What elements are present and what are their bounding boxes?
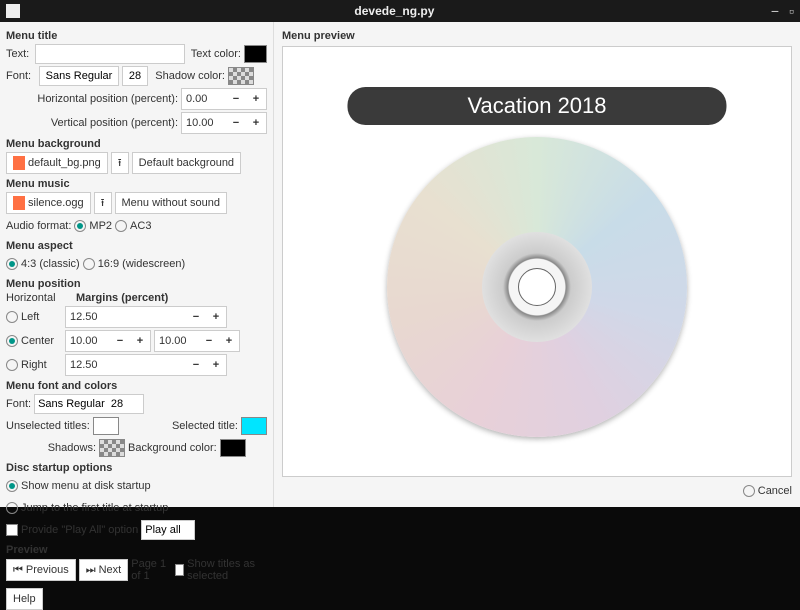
font-size-input[interactable] — [122, 66, 148, 86]
upload-icon: ⭱ — [118, 154, 122, 173]
file-icon — [13, 156, 25, 170]
text-label: Text: — [6, 48, 32, 60]
minus-icon[interactable]: − — [226, 89, 246, 109]
default-bg-button[interactable]: Default background — [132, 152, 241, 174]
preview-title: Vacation 2018 — [347, 87, 726, 125]
selected-title-label: Selected title: — [122, 420, 238, 432]
playall-input[interactable] — [141, 520, 195, 540]
plus-icon[interactable]: + — [246, 89, 266, 109]
plus-icon[interactable]: + — [246, 113, 266, 133]
menu-preview-heading: Menu preview — [282, 30, 792, 42]
app-icon — [6, 4, 20, 18]
radio-169[interactable]: 16:9 (widescreen) — [83, 258, 185, 270]
next-icon: ⏭ — [86, 564, 96, 577]
menu-title-heading: Menu title — [6, 30, 267, 42]
radio-right[interactable]: Right — [6, 359, 62, 371]
text-color-label: Text color: — [188, 48, 241, 60]
window-title: devede_ng.py — [28, 4, 761, 18]
page-label: Page 1 of 1 — [131, 558, 172, 582]
file-icon — [13, 196, 25, 210]
radio-ac3[interactable]: AC3 — [115, 220, 151, 232]
shadows-label: Shadows: — [6, 442, 96, 454]
radio-jump-first[interactable]: Jump to the first title at startup — [6, 502, 168, 514]
radio-left[interactable]: Left — [6, 311, 62, 323]
upload-icon: ⭱ — [101, 194, 105, 213]
no-sound-button[interactable]: Menu without sound — [115, 192, 227, 214]
shadow-color-swatch[interactable] — [228, 67, 254, 85]
plus-icon[interactable]: + — [206, 355, 226, 375]
center-margin2-spinner[interactable]: 10.00−+ — [154, 330, 240, 352]
left-margin-spinner[interactable]: 12.50−+ — [65, 306, 227, 328]
menu-position-heading: Menu position — [6, 278, 267, 290]
unselected-titles-label: Unselected titles: — [6, 420, 90, 432]
plus-icon[interactable]: + — [219, 331, 239, 351]
hpos-spinner[interactable]: 0.00−+ — [181, 88, 267, 110]
hpos-label: Horizontal position (percent): — [6, 93, 178, 105]
prev-button[interactable]: ⏮Previous — [6, 559, 76, 581]
music-file-button[interactable]: silence.ogg — [6, 192, 91, 214]
next-button[interactable]: ⏭Next — [79, 559, 129, 581]
help-button[interactable]: Help — [6, 588, 43, 610]
radio-show-menu[interactable]: Show menu at disk startup — [6, 480, 151, 492]
preview-area: Vacation 2018 — [282, 46, 792, 477]
bg-color-swatch[interactable] — [220, 439, 246, 457]
bg-file-button[interactable]: default_bg.png — [6, 152, 108, 174]
audio-format-label: Audio format: — [6, 220, 71, 232]
radio-center[interactable]: Center — [6, 335, 62, 347]
minimize-button[interactable]: − — [771, 3, 779, 19]
checkbox-show-titles[interactable]: Show titles as selected — [175, 558, 267, 582]
menu-bg-heading: Menu background — [6, 138, 267, 150]
font2-input[interactable] — [34, 394, 144, 414]
radio-mp2[interactable]: MP2 — [74, 220, 112, 232]
bg-upload-button[interactable]: ⭱ — [111, 152, 129, 174]
plus-icon[interactable]: + — [130, 331, 150, 351]
horizontal-label: Horizontal — [6, 292, 66, 304]
checkbox-playall[interactable]: Provide "Play All" option — [6, 524, 138, 536]
radio-43[interactable]: 4:3 (classic) — [6, 258, 80, 270]
selected-color-swatch[interactable] — [241, 417, 267, 435]
minus-icon[interactable]: − — [199, 331, 219, 351]
preview-nav-heading: Preview — [6, 544, 267, 556]
right-margin-spinner[interactable]: 12.50−+ — [65, 354, 227, 376]
music-upload-button[interactable]: ⭱ — [94, 192, 112, 214]
minus-icon[interactable]: − — [110, 331, 130, 351]
shadow-color-label: Shadow color: — [151, 70, 225, 82]
vpos-spinner[interactable]: 10.00−+ — [181, 112, 267, 134]
font-label: Font: — [6, 70, 36, 82]
shadows-color-swatch[interactable] — [99, 439, 125, 457]
menu-music-heading: Menu music — [6, 178, 267, 190]
minus-icon[interactable]: − — [186, 355, 206, 375]
font2-label: Font: — [6, 398, 31, 410]
unselected-color-swatch[interactable] — [93, 417, 119, 435]
margins-label: Margins (percent) — [76, 292, 267, 304]
vpos-label: Vertical position (percent): — [6, 117, 178, 129]
maximize-button[interactable]: ▫ — [789, 3, 794, 19]
bg-color-label: Background color: — [128, 442, 217, 454]
menu-aspect-heading: Menu aspect — [6, 240, 267, 252]
minus-icon[interactable]: − — [226, 113, 246, 133]
menu-fonts-heading: Menu font and colors — [6, 380, 267, 392]
disc-image — [387, 137, 687, 437]
center-margin1-spinner[interactable]: 10.00−+ — [65, 330, 151, 352]
plus-icon[interactable]: + — [206, 307, 226, 327]
text-color-swatch[interactable] — [244, 45, 267, 63]
prev-icon: ⏮ — [13, 564, 23, 577]
text-input[interactable] — [35, 44, 185, 64]
cancel-button[interactable]: Cancel — [743, 485, 792, 497]
font-name-input[interactable] — [39, 66, 119, 86]
disc-startup-heading: Disc startup options — [6, 462, 267, 474]
minus-icon[interactable]: − — [186, 307, 206, 327]
